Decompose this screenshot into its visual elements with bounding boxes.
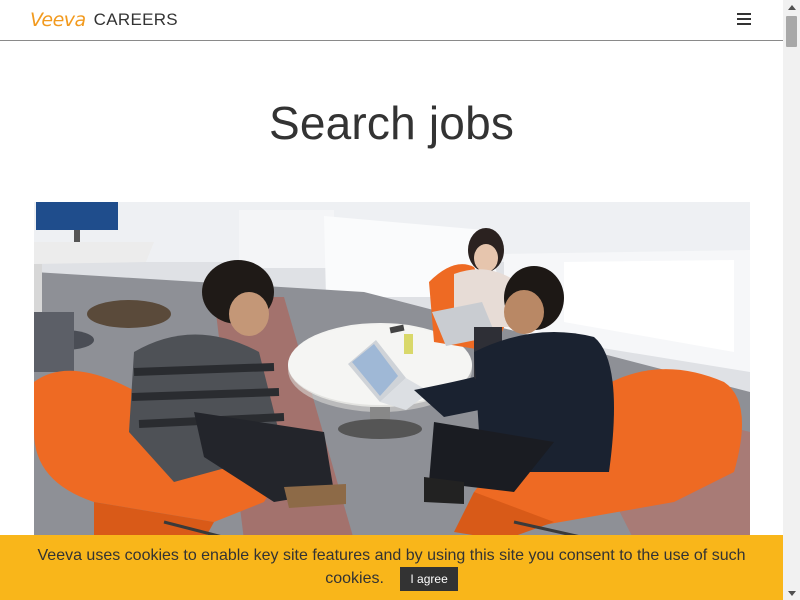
veeva-careers-logo[interactable]: Veeva CAREERS	[30, 9, 178, 31]
hamburger-menu-icon[interactable]	[737, 13, 753, 27]
site-header: Veeva CAREERS	[0, 0, 783, 41]
scroll-up-arrow-icon[interactable]	[783, 0, 800, 14]
veeva-logo-text: Veeva	[30, 9, 86, 31]
agree-button[interactable]: I agree	[400, 567, 458, 591]
cookie-consent-banner: Veeva uses cookies to enable key site fe…	[0, 535, 783, 600]
scrollbar-thumb[interactable]	[786, 16, 797, 47]
cookie-message: Veeva uses cookies to enable key site fe…	[37, 547, 746, 588]
cookie-message-container: Veeva uses cookies to enable key site fe…	[22, 545, 762, 591]
scroll-down-arrow-icon[interactable]	[783, 586, 800, 600]
careers-label: CAREERS	[93, 10, 178, 29]
page-scrollbar[interactable]	[783, 0, 800, 600]
page-title: Search jobs	[268, 97, 515, 149]
hero-image	[34, 202, 750, 540]
